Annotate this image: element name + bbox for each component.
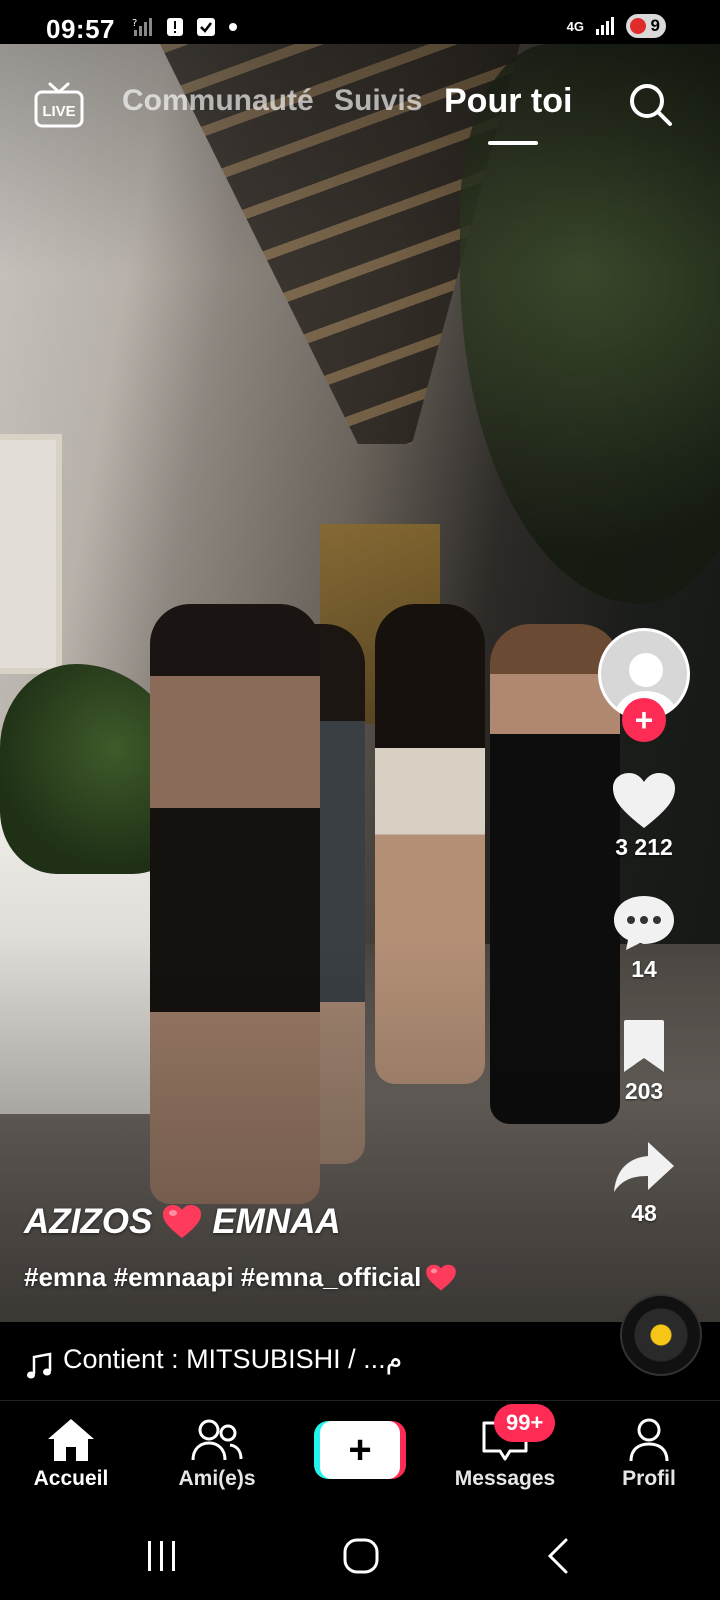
share-count: 48 <box>631 1200 657 1226</box>
system-home-button[interactable] <box>332 1531 392 1581</box>
system-nav-bar <box>0 1511 720 1600</box>
music-title: Contient : MITSUBISHI / ...م <box>63 1344 403 1374</box>
bottom-nav: Accueil Ami(e)s + Messages 99+ Profil <box>0 1401 720 1511</box>
system-home-icon <box>343 1538 379 1574</box>
heart-icon <box>613 773 675 828</box>
follow-button[interactable]: + <box>622 698 666 742</box>
creator-name-part1: AZIZOS <box>24 1202 153 1241</box>
status-icons-right: 4G 9 <box>567 14 666 38</box>
status-bar: 09:57 ? 4G 9 <box>0 0 720 44</box>
system-back-button[interactable] <box>532 1531 592 1581</box>
recent-apps-icon <box>148 1541 175 1571</box>
home-icon <box>48 1419 94 1461</box>
checkbox-icon <box>197 18 215 36</box>
comment-icon <box>614 896 674 950</box>
hashtags-text: #emna #emnaapi #emna_official <box>24 1262 422 1292</box>
top-nav: LIVE Communauté Suivis Pour toi <box>0 76 720 156</box>
svg-text:?: ? <box>132 18 137 29</box>
status-time: 09:57 <box>46 14 115 44</box>
share-arrow-icon <box>614 1142 674 1192</box>
plus-icon: + <box>634 702 654 738</box>
creator-name[interactable]: AZIZOS EMNAA <box>24 1202 341 1242</box>
signal-icon <box>596 17 614 35</box>
tab-for-you[interactable]: Pour toi <box>444 82 572 121</box>
save-count: 203 <box>624 1078 664 1104</box>
like-count: 3 212 <box>615 834 673 860</box>
bookmark-icon <box>624 1020 664 1072</box>
create-button[interactable]: + <box>314 1421 406 1479</box>
search-button[interactable] <box>626 80 674 128</box>
alert-icon <box>167 18 183 36</box>
friends-icon <box>191 1419 243 1461</box>
dot-icon <box>229 23 237 31</box>
status-icons-left: ? <box>132 16 238 38</box>
battery-indicator: 9 <box>626 14 666 38</box>
recent-apps-button[interactable] <box>132 1531 192 1581</box>
nav-friends-label: Ami(e)s <box>178 1467 256 1490</box>
signal-unknown-icon: ? <box>132 18 152 36</box>
active-tab-indicator <box>488 141 538 145</box>
live-tv-icon: LIVE <box>34 82 84 128</box>
creator-name-part2: EMNAA <box>212 1202 341 1241</box>
nav-home[interactable]: Accueil <box>6 1417 136 1491</box>
music-note-icon <box>27 1352 52 1379</box>
nav-profile[interactable]: Profil <box>584 1417 714 1491</box>
caption-hashtags[interactable]: #emna #emnaapi #emna_official <box>24 1262 457 1293</box>
plus-icon: + <box>320 1421 400 1479</box>
battery-level: 9 <box>650 16 660 35</box>
live-label: LIVE <box>42 103 75 120</box>
music-bar[interactable]: Contient : MITSUBISHI / ...م <box>0 1322 720 1400</box>
back-chevron-icon <box>547 1538 568 1574</box>
profile-icon <box>629 1418 669 1462</box>
like-button[interactable]: 3 212 <box>598 772 690 861</box>
search-icon <box>630 84 672 126</box>
comment-count: 14 <box>631 956 657 982</box>
comment-button[interactable]: 14 <box>598 894 690 983</box>
battery-low-icon <box>630 18 646 34</box>
tab-community[interactable]: Communauté <box>122 84 314 118</box>
nav-messages-label: Messages <box>454 1467 556 1490</box>
heart-emoji-icon <box>426 1264 457 1290</box>
network-type-label: 4G <box>566 18 584 34</box>
nav-friends[interactable]: Ami(e)s <box>152 1417 282 1491</box>
save-button[interactable]: 203 <box>598 1018 690 1105</box>
heart-emoji-icon <box>163 1205 202 1238</box>
messages-badge: 99+ <box>494 1404 556 1442</box>
share-button[interactable]: 48 <box>598 1140 690 1227</box>
nav-profile-label: Profil <box>622 1467 676 1490</box>
music-disc-button[interactable] <box>620 1294 702 1376</box>
nav-home-label: Accueil <box>33 1467 109 1490</box>
live-button[interactable]: LIVE <box>34 82 84 128</box>
avatar-head-shape <box>629 653 663 687</box>
tab-following[interactable]: Suivis <box>334 84 422 118</box>
